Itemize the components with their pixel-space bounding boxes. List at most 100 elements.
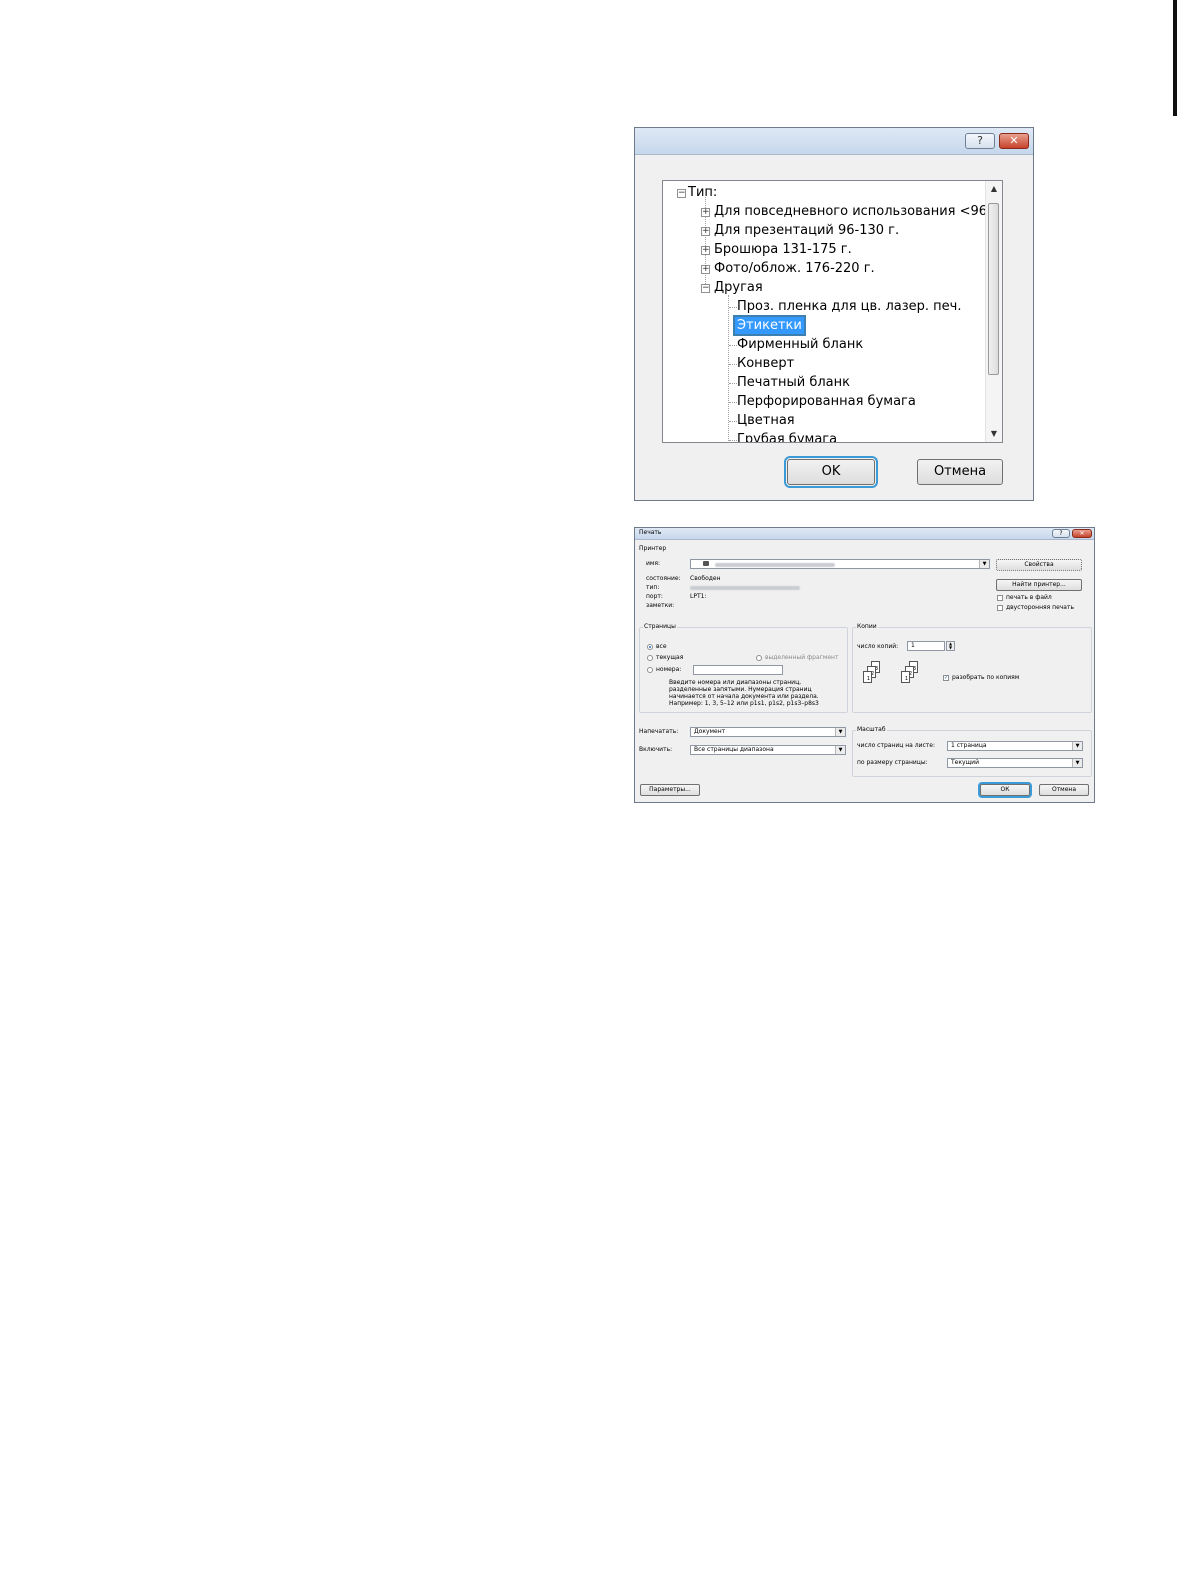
zoom-group [852, 730, 1092, 777]
duplex-checkbox[interactable] [997, 605, 1003, 611]
ok-button[interactable]: ОК [978, 782, 1032, 798]
pages-selection-radio[interactable] [756, 655, 762, 661]
chevron-down-icon[interactable]: ▼ [1072, 759, 1082, 767]
duplex-label: двусторонняя печать [1006, 604, 1075, 611]
print-to-file-checkbox[interactable] [997, 595, 1003, 601]
pages-per-sheet-select[interactable]: 1 страница ▼ [947, 741, 1083, 751]
print-what-select[interactable]: Документ ▼ [690, 727, 846, 737]
pages-per-sheet-label: число страниц на листе: [857, 742, 935, 749]
include-label: Включить: [639, 746, 673, 753]
tree-item-rough[interactable]: Грубая бумага [737, 431, 837, 442]
window-title: Печать [639, 529, 662, 536]
cancel-button[interactable]: Отмена [917, 459, 1003, 485]
close-button[interactable]: ✕ [999, 133, 1029, 149]
find-printer-button[interactable]: Найти принтер... [996, 579, 1082, 591]
zoom-group-label: Масштаб [856, 726, 887, 734]
scroll-thumb[interactable] [988, 203, 999, 375]
expand-icon[interactable]: + [701, 246, 710, 255]
vertical-scrollbar[interactable]: ▲ ▼ [985, 181, 1002, 442]
paper-type-dialog: ? ✕ − Тип: + Для повседневного использов… [634, 127, 1034, 501]
chevron-down-icon[interactable]: ▼ [835, 746, 845, 754]
tree-line [729, 440, 737, 441]
expand-icon[interactable]: + [701, 227, 710, 236]
tree-item-envelope[interactable]: Конверт [737, 355, 794, 372]
help-button[interactable]: ? [1052, 529, 1070, 538]
ok-button[interactable]: OK [784, 456, 878, 488]
tree-line [729, 345, 737, 346]
collate-label: разобрать по копиям [952, 674, 1020, 681]
print-what-label: Напечатать: [639, 728, 679, 735]
print-to-file-label: печать в файл [1006, 594, 1052, 601]
scale-label: по размеру страницы: [857, 759, 928, 766]
title-bar: Печать ? ✕ [635, 528, 1094, 540]
printer-name-label: имя: [646, 560, 661, 567]
tree-line [729, 421, 737, 422]
chevron-down-icon[interactable]: ▼ [979, 560, 989, 568]
help-button[interactable]: ? [965, 133, 995, 149]
status-label: состояние: [646, 575, 681, 582]
paper-type-tree[interactable]: − Тип: + Для повседневного использования… [662, 180, 1003, 443]
pages-numbers-label: номера: [656, 666, 682, 673]
page-icon: 1 [863, 671, 872, 683]
copies-group [852, 627, 1092, 713]
tree-item-letterhead[interactable]: Фирменный бланк [737, 336, 863, 353]
chevron-down-icon[interactable]: ▼ [1072, 742, 1082, 750]
tree-item-preprinted[interactable]: Печатный бланк [737, 374, 850, 391]
pages-current-radio[interactable] [647, 655, 653, 661]
printer-icon [703, 561, 709, 566]
tree-item-everyday[interactable]: Для повседневного использования <96 г [714, 203, 998, 220]
port-label: порт: [646, 593, 663, 600]
tree-line [729, 402, 737, 403]
pages-selection-label: выделенный фрагмент [765, 654, 839, 661]
tree-item-colored[interactable]: Цветная [737, 412, 795, 429]
collate-checkbox[interactable]: ✓ [943, 675, 949, 681]
tree-item-presentation[interactable]: Для презентаций 96-130 г. [714, 222, 899, 239]
print-what-value: Документ [694, 728, 726, 735]
collapse-icon[interactable]: − [677, 189, 686, 198]
pages-hint-line: Например: 1, 3, 5–12 или p1s1, p1s2, p1s… [669, 700, 819, 707]
pages-numbers-radio[interactable] [647, 667, 653, 673]
tree-root[interactable]: Тип: [688, 184, 717, 201]
tree-item-other[interactable]: Другая [714, 279, 763, 296]
tree-item-labels-selected[interactable]: Этикетки [733, 315, 806, 336]
scale-select[interactable]: Текущий ▼ [947, 758, 1083, 768]
pages-per-sheet-value: 1 страница [951, 742, 987, 749]
pages-all-label: все [656, 643, 667, 650]
pages-current-label: текущая [656, 654, 684, 661]
scroll-down-icon[interactable]: ▼ [986, 426, 1002, 442]
print-dialog: Печать ? ✕ Принтер имя: ▼ Свойства состо… [634, 527, 1095, 803]
tree-item-brochure[interactable]: Брошюра 131-175 г. [714, 241, 852, 258]
properties-button[interactable]: Свойства [996, 559, 1082, 571]
pages-group-label: Страницы [643, 623, 677, 631]
cancel-button[interactable]: Отмена [1039, 784, 1089, 796]
status-value: Свободен [690, 575, 721, 582]
expand-icon[interactable]: + [701, 208, 710, 217]
copies-count-input[interactable]: 1 [907, 641, 945, 651]
port-value: LPT1: [690, 593, 707, 600]
include-value: Все страницы диапазона [694, 746, 774, 753]
printer-group-label: Принтер [639, 545, 667, 552]
tree-line [729, 364, 737, 365]
chevron-down-icon[interactable]: ▼ [835, 728, 845, 736]
copies-group-label: Копии [856, 623, 878, 631]
tree-item-prepunched[interactable]: Перфорированная бумага [737, 393, 916, 410]
scroll-up-icon[interactable]: ▲ [986, 181, 1002, 197]
pages-all-radio[interactable] [647, 644, 653, 650]
redacted-printer-name [715, 563, 835, 567]
include-select[interactable]: Все страницы диапазона ▼ [690, 745, 846, 755]
type-label: тип: [646, 584, 660, 591]
copies-spinner[interactable]: ▲ ▼ [946, 641, 955, 651]
pages-numbers-input[interactable] [693, 665, 783, 675]
printer-name-select[interactable]: ▼ [690, 559, 990, 569]
notes-label: заметки: [646, 602, 675, 609]
page-icon: 1 [901, 671, 910, 683]
close-button[interactable]: ✕ [1072, 529, 1092, 538]
margin-rule [1173, 0, 1177, 116]
tree-line [729, 383, 737, 384]
tree-line [729, 307, 737, 308]
options-button[interactable]: Параметры... [640, 784, 700, 796]
collapse-icon[interactable]: − [701, 284, 710, 293]
tree-item-transparency[interactable]: Проз. пленка для цв. лазер. печ. [737, 298, 961, 315]
tree-item-photo[interactable]: Фото/облож. 176-220 г. [714, 260, 875, 277]
expand-icon[interactable]: + [701, 265, 710, 274]
